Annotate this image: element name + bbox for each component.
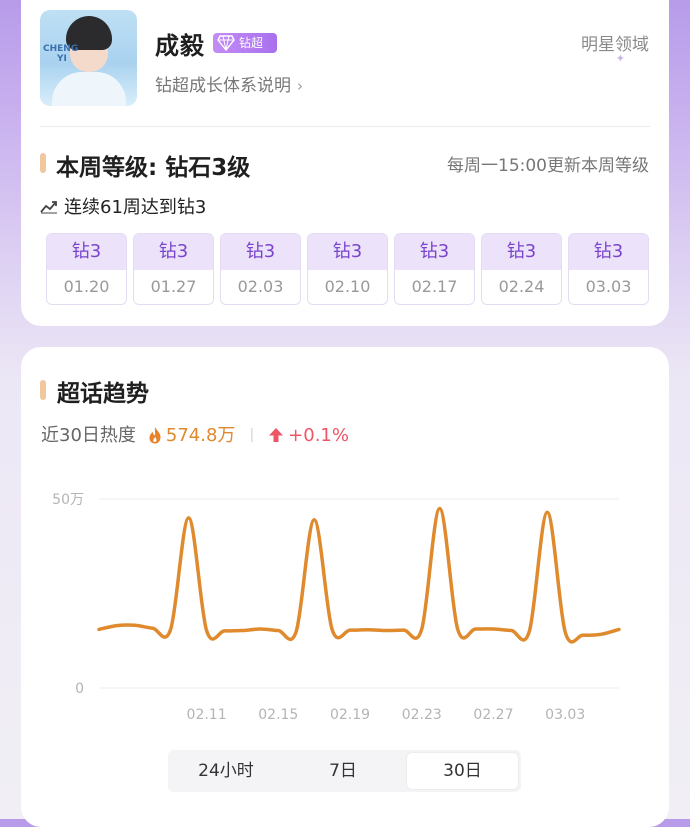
x-tick-label: 02.11 <box>187 707 227 723</box>
avatar[interactable]: CHENG YI <box>40 10 137 106</box>
avatar-body <box>52 72 126 106</box>
range-24h-button[interactable]: 24小时 <box>168 750 284 792</box>
week-level: 钻3 <box>134 234 213 270</box>
profile-card: CHENG YI 成毅 钻超 钻超成长体系说明 › 明星领域 ✦ 本周等级: 钻石… <box>21 0 669 326</box>
week-date: 02.24 <box>498 277 545 296</box>
week-level-item: 钻3 03.03 <box>568 233 649 305</box>
chevron-right-icon: › <box>297 77 303 95</box>
week-level-item: 钻3 02.24 <box>481 233 562 305</box>
week-level: 钻3 <box>308 234 387 270</box>
week-level: 钻3 <box>482 234 561 270</box>
range-30d-button[interactable]: 30日 <box>407 753 518 789</box>
star-name: 成毅 <box>155 32 205 60</box>
diamond-badge[interactable]: 钻超 <box>213 33 277 53</box>
week-level: 钻3 <box>569 234 648 270</box>
separator: | <box>249 427 255 443</box>
week-date: 02.03 <box>237 277 284 296</box>
x-tick-label: 02.27 <box>473 707 513 723</box>
week-level-item: 钻3 02.10 <box>307 233 388 305</box>
heat-series-line <box>97 506 621 644</box>
heat-trend-chart: 50万 0 02.11 02.15 02.19 02.23 02.27 03.03 <box>52 492 621 723</box>
y-tick-label: 0 <box>75 681 84 697</box>
trend-card: 超话趋势 近30日热度 574.8万 | +0.1% 50万 0 02.11 02.1… <box>21 347 669 827</box>
avatar-watermark-line: YI <box>57 54 67 64</box>
trend-title: 超话趋势 <box>57 381 149 407</box>
week-date: 02.10 <box>324 277 371 296</box>
sparkle-icon: ✦ <box>615 52 625 65</box>
streak-text: 连续61周达到钻3 <box>40 193 206 219</box>
level-update-note: 每周一15:00更新本周等级 <box>447 156 649 176</box>
y-tick-label: 50万 <box>52 492 84 508</box>
diamond-icon <box>217 35 235 51</box>
range-7d-button[interactable]: 7日 <box>284 750 402 792</box>
divider <box>40 126 650 127</box>
y-axis: 50万 0 <box>52 492 84 697</box>
week-level: 钻3 <box>395 234 474 270</box>
streak-label: 连续61周达到钻3 <box>64 197 207 218</box>
time-range-selector: 24小时 7日 30日 <box>168 750 521 792</box>
x-tick-label: 03.03 <box>545 707 585 723</box>
week-level-item: 钻3 01.27 <box>133 233 214 305</box>
up-arrow-icon <box>269 428 284 442</box>
heat-value: 574.8万 <box>165 425 236 446</box>
avatar-watermark-line: CHENG <box>43 44 79 54</box>
week-level-item: 钻3 02.17 <box>394 233 475 305</box>
week-date: 01.27 <box>150 277 197 296</box>
week-level: 钻3 <box>221 234 300 270</box>
badge-label: 钻超 <box>239 36 264 50</box>
week-level-item: 钻3 02.03 <box>220 233 301 305</box>
growth-system-link[interactable]: 钻超成长体系说明 › <box>155 71 303 96</box>
heat-summary: 近30日热度 574.8万 | +0.1% <box>41 421 349 447</box>
avatar-watermark: CHENG YI <box>43 44 78 64</box>
x-tick-label: 02.15 <box>258 707 298 723</box>
week-level: 钻3 <box>47 234 126 270</box>
weekly-level-title: 本周等级: 钻石3级 <box>56 155 251 181</box>
heat-label: 近30日热度 <box>41 425 136 446</box>
flame-icon <box>149 427 161 444</box>
section-marker <box>40 153 46 173</box>
growth-link-label: 钻超成长体系说明 <box>155 76 291 96</box>
week-date: 01.20 <box>63 277 110 296</box>
trend-line-icon <box>40 201 57 214</box>
week-level-item: 钻3 01.20 <box>46 233 127 305</box>
x-tick-label: 02.23 <box>402 707 442 723</box>
x-tick-label: 02.19 <box>330 707 370 723</box>
week-date: 03.03 <box>585 277 632 296</box>
week-date: 02.17 <box>411 277 458 296</box>
heat-change: +0.1% <box>288 425 349 446</box>
x-axis: 02.11 02.15 02.19 02.23 02.27 03.03 <box>187 707 586 723</box>
section-marker <box>40 380 46 400</box>
weekly-level-list: 钻3 01.20 钻3 01.27 钻3 02.03 钻3 02.10 钻3 02.17 … <box>46 233 651 305</box>
